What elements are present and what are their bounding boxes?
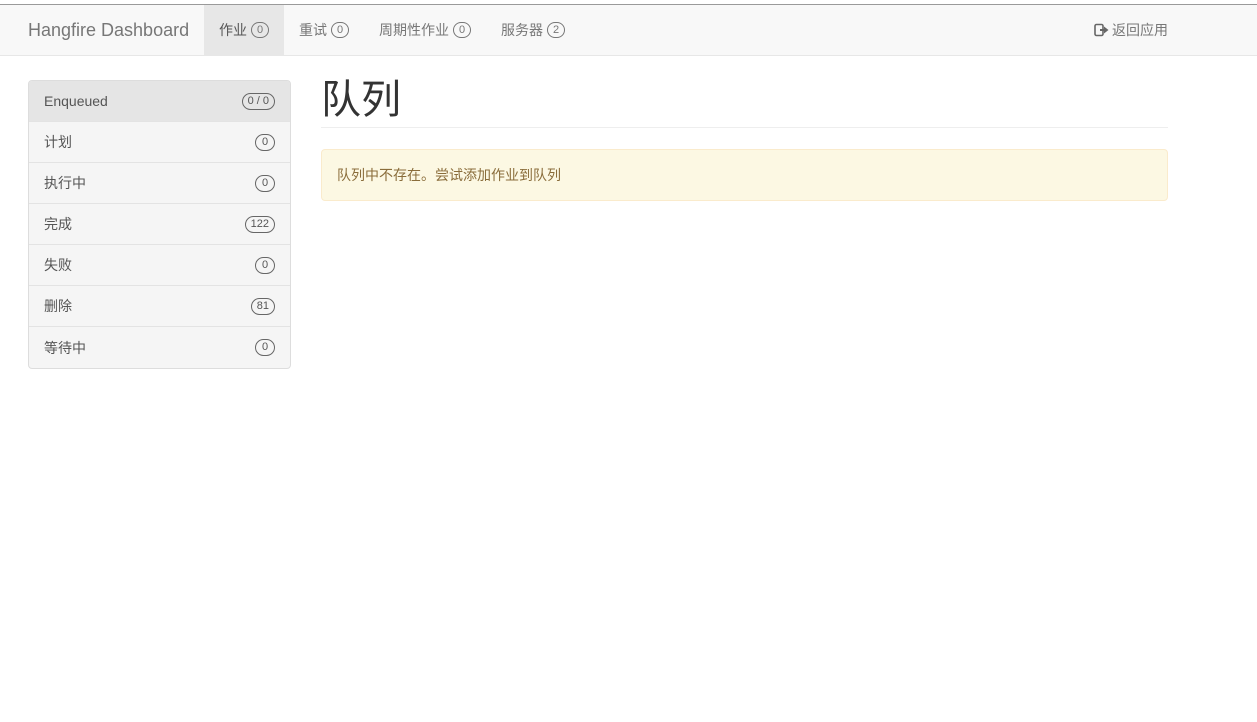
sidebar-count-badge: 81 [250, 297, 275, 315]
nav-item-recurring-jobs[interactable]: 周期性作业 0 [364, 5, 486, 55]
nav-item-label: 重试 [299, 22, 327, 38]
nav-item-label: 作业 [219, 22, 247, 38]
nav-item-servers[interactable]: 服务器 2 [486, 5, 580, 55]
return-to-app-link[interactable]: 返回应用 [1094, 5, 1168, 55]
sidebar-count-badge: 0 / 0 [241, 92, 275, 110]
main-content: 队列 队列中不存在。尝试添加作业到队列 [321, 56, 1168, 201]
nav-item-jobs[interactable]: 作业 0 [204, 5, 284, 55]
sidebar-item-label: 删除 [44, 298, 72, 314]
sidebar-item-succeeded[interactable]: 完成 122 [29, 204, 290, 245]
sidebar-item-scheduled[interactable]: 计划 0 [29, 122, 290, 163]
page-title: 队列 [321, 56, 1168, 128]
nav-item-label: 周期性作业 [379, 22, 449, 38]
sidebar-item-processing[interactable]: 执行中 0 [29, 163, 290, 204]
nav-item-label: 服务器 [501, 22, 543, 38]
empty-queue-alert: 队列中不存在。尝试添加作业到队列 [321, 149, 1168, 201]
nav-count-badge: 0 [251, 22, 269, 38]
sidebar-count-badge: 0 [255, 339, 275, 356]
sidebar-item-deleted[interactable]: 删除 81 [29, 286, 290, 327]
sidebar-count-badge: 0 [255, 133, 275, 151]
sidebar-item-label: 完成 [44, 216, 72, 232]
sidebar-count-badge: 122 [244, 215, 275, 233]
sign-out-icon [1094, 23, 1109, 37]
alert-message: 队列中不存在。尝试添加作业到队列 [337, 167, 561, 183]
return-to-app-label: 返回应用 [1112, 22, 1168, 38]
nav-count-badge: 0 [453, 22, 471, 38]
sidebar-item-label: 执行中 [44, 175, 86, 191]
main-nav: 作业 0 重试 0 周期性作业 0 服务器 2 [204, 5, 580, 55]
top-navbar: Hangfire Dashboard 作业 0 重试 0 周期性作业 0 服务器… [0, 5, 1257, 56]
nav-item-retries[interactable]: 重试 0 [284, 5, 364, 55]
nav-count-badge: 0 [331, 22, 349, 38]
sidebar-item-failed[interactable]: 失败 0 [29, 245, 290, 286]
sidebar-count-badge: 0 [255, 256, 275, 274]
sidebar-item-label: 计划 [44, 134, 72, 150]
sidebar-count-badge: 0 [255, 174, 275, 192]
sidebar-item-enqueued[interactable]: Enqueued 0 / 0 [29, 81, 290, 122]
sidebar-item-label: 等待中 [44, 339, 86, 356]
nav-count-badge: 2 [547, 22, 565, 38]
sidebar-item-label: 失败 [44, 257, 72, 273]
sidebar-item-label: Enqueued [44, 93, 108, 109]
brand-link[interactable]: Hangfire Dashboard [28, 5, 189, 55]
sidebar-item-awaiting[interactable]: 等待中 0 [29, 327, 290, 368]
queue-sidebar: Enqueued 0 / 0 计划 0 执行中 0 完成 122 失败 0 删除… [28, 80, 291, 369]
